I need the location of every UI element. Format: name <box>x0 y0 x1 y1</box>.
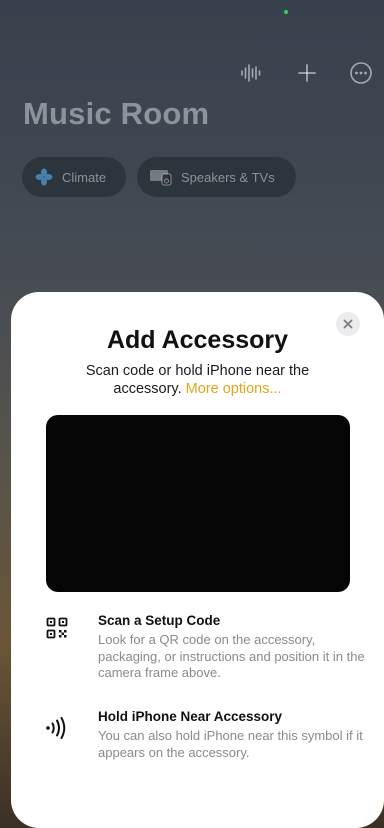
nfc-icon <box>44 715 70 741</box>
scan-setup-code-title: Scan a Setup Code <box>98 613 221 628</box>
home-app-screen: Music Room Climate Speakers & TVs Add Ac… <box>0 0 384 828</box>
scan-setup-code-description: Look for a QR code on the accessory, pac… <box>98 632 365 680</box>
fan-icon <box>34 167 54 187</box>
speakers-tvs-chip-label: Speakers & TVs <box>181 169 275 185</box>
climate-chip[interactable]: Climate <box>22 157 126 197</box>
room-title: Music Room <box>23 96 210 131</box>
camera-viewfinder <box>46 415 350 592</box>
climate-chip-label: Climate <box>62 169 107 185</box>
camera-in-use-indicator <box>284 10 288 14</box>
qr-code-icon <box>44 615 70 641</box>
siri-waveform-icon[interactable] <box>236 58 266 88</box>
sheet-title: Add Accessory <box>106 326 289 354</box>
speaker-tv-icon <box>149 167 173 187</box>
hold-iphone-near-description: You can also hold iPhone near this symbo… <box>98 728 363 760</box>
hold-iphone-near-title: Hold iPhone Near Accessory <box>98 709 283 724</box>
add-accessory-sheet: Add Accessory Scan code or hold iPhone n… <box>11 292 384 828</box>
speakers-tvs-chip[interactable]: Speakers & TVs <box>137 157 296 197</box>
home-toolbar <box>236 58 376 88</box>
plus-icon[interactable] <box>292 58 322 88</box>
sheet-subtitle: Scan code or hold iPhone near the access… <box>51 362 344 398</box>
more-icon[interactable] <box>346 58 376 88</box>
more-options-link[interactable]: More options... <box>186 381 282 397</box>
